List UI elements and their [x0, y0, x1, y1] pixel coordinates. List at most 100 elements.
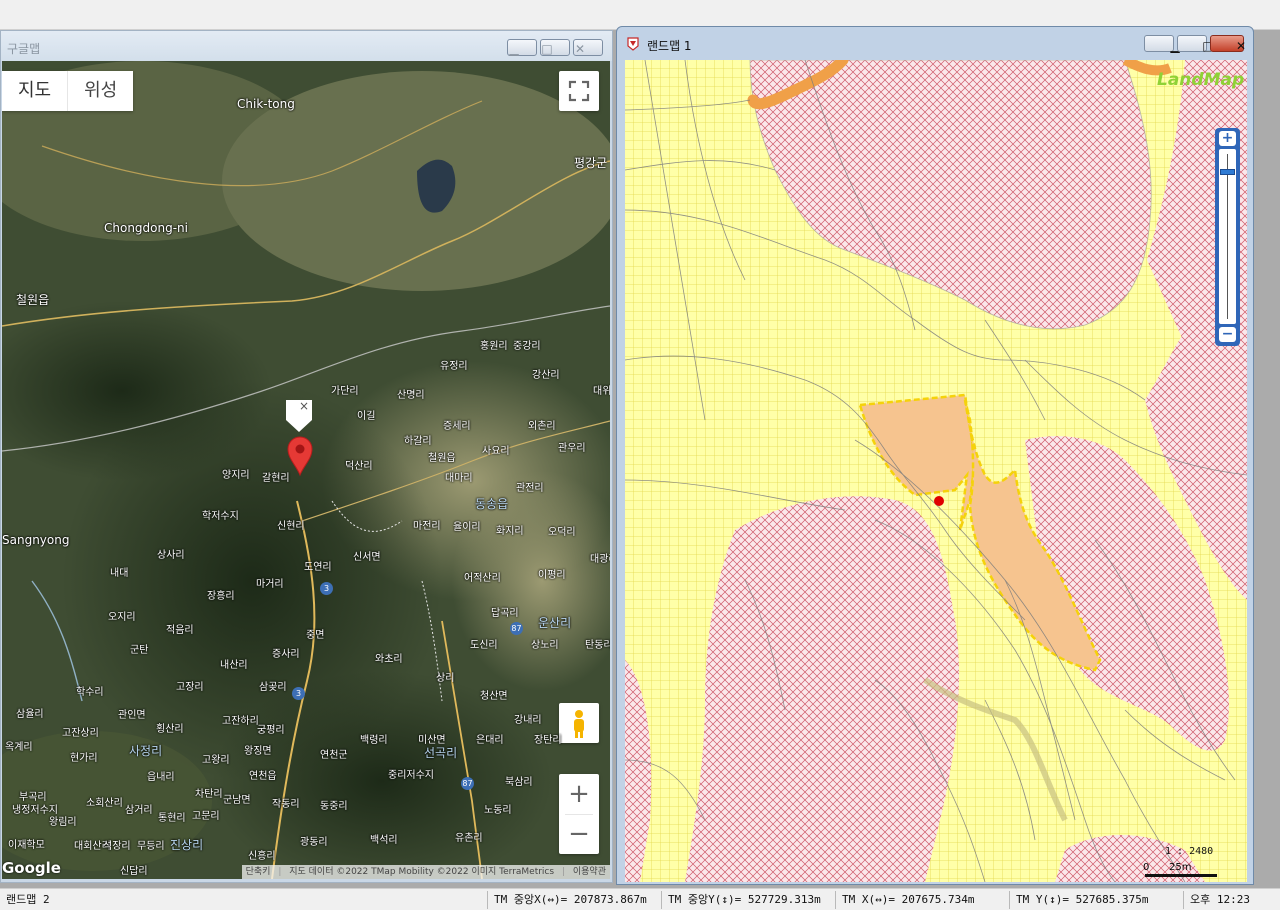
google-window-titlebar[interactable]: 구글맵 ▁ □ ✕ — [1, 31, 612, 61]
place-label: 강내리 — [514, 715, 542, 726]
place-label: 어적산리 — [464, 573, 501, 584]
place-label: 탄동리 — [585, 640, 610, 651]
place-label: 북삼리 — [505, 777, 533, 788]
route-shield: 3 — [292, 687, 305, 700]
place-label: 사정리 — [129, 744, 163, 758]
place-label: 대마리 — [445, 473, 473, 484]
place-label: 냉정저수지 — [12, 805, 58, 816]
place-label: 노동리 — [484, 805, 512, 816]
zoom-slider-thumb[interactable] — [1220, 169, 1235, 175]
place-label: 통현리 — [158, 813, 186, 824]
place-label: 마거리 — [256, 579, 284, 590]
place-label: Sangnyong — [2, 533, 70, 547]
place-label: 관전리 — [516, 483, 544, 494]
zoom-out-button[interactable]: − — [559, 815, 599, 854]
shortcuts-link[interactable]: 단축키 — [246, 867, 271, 877]
terms-link[interactable]: 이용약관 — [573, 867, 606, 877]
scale-length: 25m — [1169, 862, 1192, 873]
place-label: 상노리 — [531, 640, 559, 651]
route-shield: 87 — [510, 622, 523, 635]
map-marker-icon[interactable] — [286, 435, 314, 477]
place-label: 양지리 — [222, 470, 250, 481]
place-label: 왕징면 — [244, 746, 272, 757]
place-label: 군탄 — [130, 645, 149, 656]
pegman-icon — [574, 710, 584, 738]
close-bubble-icon[interactable]: × — [299, 399, 309, 413]
place-label: 석장리 — [103, 841, 131, 852]
place-label: 중면 — [306, 630, 325, 641]
place-label: 철원읍 — [428, 453, 456, 464]
close-button[interactable]: ✕ — [573, 39, 603, 56]
landmap-zoom-out[interactable]: − — [1219, 327, 1236, 342]
place-label: 오덕리 — [548, 527, 576, 538]
close-button[interactable]: ✕ — [1210, 35, 1246, 52]
place-label: 가단리 — [331, 386, 359, 397]
place-label: 옥계리 — [5, 742, 33, 753]
maximize-button[interactable]: □ — [540, 39, 570, 56]
place-label: 장탄리 — [534, 735, 562, 746]
google-logo: Google — [2, 859, 61, 877]
landmap-window-titlebar[interactable]: 랜드맵 1 ▁ □ ✕ — [617, 27, 1253, 59]
landmap-window-controls: ▁ □ ✕ — [1144, 35, 1246, 52]
place-label: 외촌리 — [528, 421, 556, 432]
place-label: 삼거리 — [125, 805, 153, 816]
place-label: 유촌리 — [455, 833, 483, 844]
close-icon: ✕ — [574, 42, 586, 56]
street-view-pegman[interactable] — [559, 703, 599, 743]
status-bar: 랜드맵 2 TM 중앙X(↔)= 207873.867m TM 중앙Y(↕)= … — [0, 888, 1280, 910]
place-label: 신흥리 — [248, 851, 276, 862]
place-label: 덕산리 — [345, 461, 373, 472]
google-window-controls: ▁ □ ✕ — [507, 39, 603, 56]
place-label: 도신리 — [470, 640, 498, 651]
place-label: 관인면 — [118, 710, 146, 721]
place-label: 진상리 — [170, 838, 204, 852]
place-label: 선곡리 — [424, 746, 458, 760]
place-label: 관우리 — [558, 443, 586, 454]
place-label: 오지리 — [108, 612, 136, 623]
google-window-title: 구글맵 — [7, 42, 41, 56]
place-label: 유정리 — [440, 361, 468, 372]
status-tm-center-y: TM 중앙Y(↕)= 527729.313m — [661, 891, 821, 909]
scale-line — [1145, 874, 1217, 877]
map-type-control: 지도 위성 — [2, 71, 134, 111]
satellite-map[interactable]: 지도 위성 + − × Chik-tong 평강군 Chongdong-ni 철… — [2, 61, 610, 879]
place-label: 이평리 — [538, 570, 566, 581]
place-label: 홍원리 — [480, 341, 508, 352]
google-map-window: 구글맵 ▁ □ ✕ 지도 위성 + − × Chik-tong 평강군 Chon… — [0, 30, 613, 883]
status-document: 랜드맵 2 — [6, 893, 50, 906]
cadastral-map[interactable]: LandMap + − 1 : 2480 0 25m — [625, 60, 1247, 882]
place-label: 은대리 — [476, 735, 504, 746]
minimize-button[interactable]: ▁ — [507, 39, 537, 56]
landmap-window: 랜드맵 1 ▁ □ ✕ LandMap + − 1: 2480 0 25m — [616, 26, 1254, 885]
place-label: 학저수지 — [202, 511, 239, 522]
minimize-button[interactable]: ▁ — [1144, 35, 1180, 52]
route-shield: 3 — [320, 582, 333, 595]
zoom-track[interactable] — [1219, 149, 1236, 324]
scale-ratio: 1 : 2480 — [1165, 846, 1214, 857]
map-type-map-button[interactable]: 지도 — [2, 71, 67, 111]
fullscreen-button[interactable] — [559, 71, 599, 111]
place-label: 도연리 — [304, 562, 332, 573]
map-type-satellite-button[interactable]: 위성 — [67, 71, 133, 111]
restore-icon: □ — [541, 42, 553, 56]
place-label: 읍내리 — [147, 772, 175, 783]
zoom-slider-control: + − — [1215, 128, 1240, 346]
zoom-in-button[interactable]: + — [559, 774, 599, 814]
place-label: 운산리 — [538, 616, 572, 630]
place-label: 연천군 — [320, 750, 348, 761]
place-label: 증사리 — [272, 649, 300, 660]
place-label: 증세리 — [443, 421, 471, 432]
landmap-logo: LandMap — [1157, 70, 1245, 90]
place-label: 고잔상리 — [62, 728, 99, 739]
place-label: 광동리 — [300, 837, 328, 848]
place-label: 신현리 — [277, 521, 305, 532]
place-label: 연천읍 — [249, 771, 277, 782]
map-data-text: 지도 데이터 ©2022 TMap Mobility ©2022 이미지 Ter… — [289, 867, 555, 877]
landmap-zoom-in[interactable]: + — [1219, 131, 1236, 146]
place-label: 상사리 — [157, 550, 185, 561]
place-label: 횡산리 — [156, 724, 184, 735]
place-label: 내대 — [110, 568, 129, 579]
maximize-button[interactable]: □ — [1177, 35, 1214, 52]
place-label: 고잔하리 — [222, 716, 259, 727]
info-bubble[interactable]: × — [284, 398, 314, 432]
